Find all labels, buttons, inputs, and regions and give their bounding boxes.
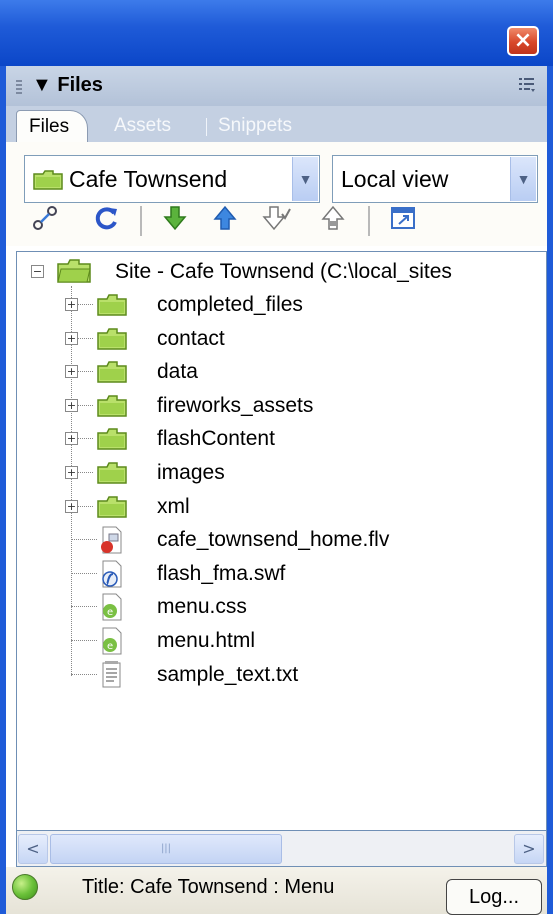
collapse-icon[interactable]: − [31, 265, 44, 278]
expand-folder-icon[interactable]: + [65, 298, 78, 311]
folder-item[interactable]: completed_files [157, 290, 303, 320]
put-icon[interactable] [210, 204, 240, 234]
get-icon[interactable] [160, 204, 190, 234]
expand-folder-icon[interactable]: + [65, 398, 78, 412]
panel-title[interactable]: ▼ Files [32, 74, 103, 97]
connect-icon[interactable] [30, 204, 60, 234]
file-item[interactable]: menu.html [157, 626, 255, 656]
folder-icon [97, 428, 127, 454]
site-select-value: Cafe Townsend [69, 166, 228, 192]
folder-item[interactable]: fireworks_assets [157, 391, 313, 421]
file-tree[interactable]: − Site - Cafe Townsend (C:\local_sites +… [16, 251, 547, 831]
expand-folder-icon[interactable]: + [65, 365, 78, 379]
scroll-left-button[interactable]: < [18, 834, 48, 864]
flv-file-icon [99, 526, 125, 558]
scroll-thumb[interactable]: ||| [50, 834, 282, 864]
folder-icon [97, 361, 127, 387]
tree-branch-line [71, 673, 97, 675]
file-item[interactable]: sample_text.txt [157, 660, 298, 690]
tree-branch-line [71, 606, 97, 608]
file-item[interactable]: flash_fma.swf [157, 559, 285, 589]
tree-branch-line [71, 640, 97, 641]
folder-icon [97, 327, 127, 354]
expand-icon[interactable] [388, 204, 418, 234]
html-file-icon: e [99, 627, 125, 659]
tab-separator [206, 118, 207, 136]
folder-item[interactable]: contact [157, 324, 225, 354]
close-button[interactable]: × [507, 26, 539, 56]
swf-file-icon [99, 560, 125, 592]
folder-icon [97, 395, 127, 421]
options-menu-icon[interactable] [518, 76, 536, 98]
site-folder-icon [33, 170, 63, 190]
folder-icon [97, 462, 127, 488]
chevron-down-icon[interactable]: ▼ [292, 157, 318, 201]
window-border-right [547, 66, 553, 914]
check-in-icon[interactable] [318, 204, 348, 234]
check-out-icon[interactable] [262, 204, 292, 234]
folder-item[interactable]: images [157, 458, 225, 488]
tree-branch-line [71, 572, 97, 574]
expand-folder-icon[interactable]: + [65, 499, 78, 513]
view-select[interactable]: Local view ▼ [332, 155, 538, 203]
txt-file-icon [99, 660, 125, 693]
expand-folder-icon[interactable]: + [65, 466, 78, 479]
view-select-value: Local view [341, 166, 449, 192]
panel-header: ▼ Files [6, 66, 547, 107]
svg-text:e: e [107, 641, 113, 652]
tree-branch-line [71, 539, 97, 541]
site-select[interactable]: Cafe Townsend ▼ [24, 155, 320, 203]
folder-icon [97, 495, 127, 522]
expand-folder-icon[interactable]: + [65, 432, 78, 446]
tab-assets[interactable]: Assets [114, 110, 171, 142]
folder-icon [97, 294, 127, 320]
file-item[interactable]: cafe_townsend_home.flv [157, 525, 389, 555]
status-ok-icon [12, 874, 38, 900]
tree-root-label[interactable]: Site - Cafe Townsend (C:\local_sites [115, 257, 452, 287]
svg-text:e: e [107, 607, 113, 618]
folder-item[interactable]: xml [157, 492, 190, 522]
site-folder-icon [57, 259, 91, 283]
folder-item[interactable]: data [157, 357, 198, 387]
expand-folder-icon[interactable]: + [65, 331, 78, 345]
status-text: Title: Cafe Townsend : Menu [82, 876, 335, 898]
tab-files[interactable]: Files [16, 110, 89, 143]
chevron-down-icon[interactable]: ▼ [510, 157, 536, 201]
toolbar-separator [368, 206, 370, 236]
panel-grip-icon[interactable] [16, 80, 22, 96]
folder-item[interactable]: flashContent [157, 424, 275, 454]
refresh-icon[interactable] [92, 204, 122, 234]
file-item[interactable]: menu.css [157, 592, 247, 622]
log-button[interactable]: Log... [446, 879, 542, 915]
window-title-bar [0, 0, 553, 66]
css-file-icon: e [99, 593, 125, 625]
toolbar-separator [140, 206, 142, 236]
tab-snippets[interactable]: Snippets [218, 110, 292, 142]
scroll-right-button[interactable]: > [514, 834, 544, 864]
